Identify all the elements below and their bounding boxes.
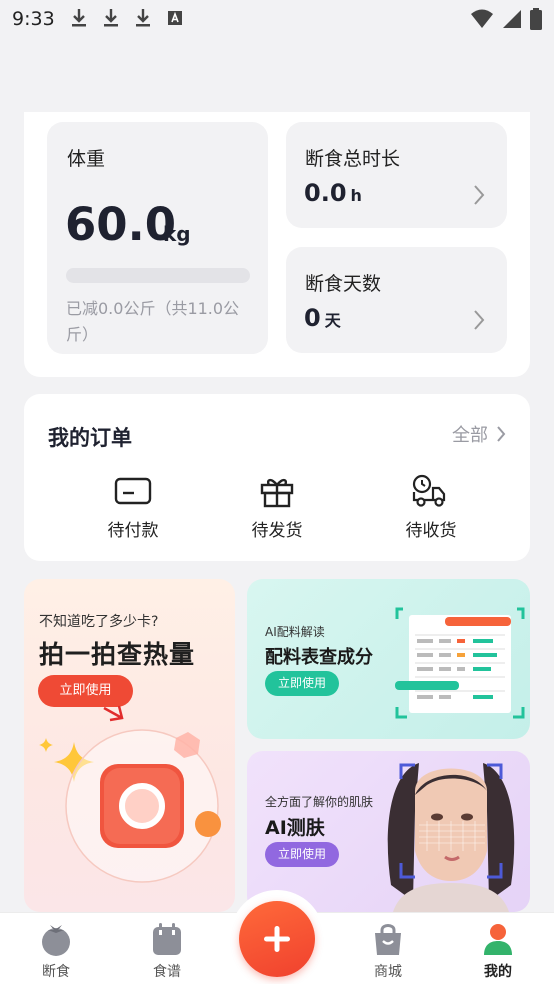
chevron-right-icon — [474, 185, 485, 205]
fasting-total-value: 0.0 — [304, 179, 347, 207]
orders-all-label: 全部 — [452, 425, 488, 446]
delivery-truck-icon — [412, 474, 446, 507]
orders-title: 我的订单 — [48, 426, 132, 450]
nav-item-recipes[interactable]: 食谱 — [127, 921, 207, 981]
download-icon — [70, 8, 88, 28]
keyboard-a-icon — [166, 8, 184, 28]
weight-summary: 已减0.0公斤（共11.0公斤） — [66, 299, 240, 344]
fasting-days-label: 断食天数 — [305, 273, 382, 295]
nav-label-mall: 商城 — [374, 964, 402, 980]
order-pending-shipment[interactable]: 待发货 — [222, 474, 332, 541]
weight-label: 体重 — [67, 148, 106, 170]
nav-item-profile[interactable]: 我的 — [458, 921, 538, 981]
promo-skin-subtitle: 全方面了解你的肌肤 — [265, 795, 374, 809]
promo-ingredients-title: 配料表查成分 — [265, 647, 373, 668]
plus-icon — [264, 926, 290, 952]
gift-icon — [260, 478, 294, 508]
camera-illustration-icon — [39, 705, 221, 883]
order-pending-payment-label: 待付款 — [107, 521, 159, 541]
weight-progress-bar — [66, 268, 250, 283]
order-pending-receipt[interactable]: 待收货 — [376, 474, 486, 541]
ingredient-table-illustration-icon — [395, 607, 525, 719]
wifi-icon — [471, 9, 493, 28]
order-pending-receipt-label: 待收货 — [405, 521, 457, 541]
fasting-total-label: 断食总时长 — [305, 148, 401, 170]
profile-icon — [484, 924, 512, 955]
promo-photo-question: 不知道吃了多少卡? — [39, 614, 159, 630]
ai-skin-test-promo[interactable]: 全方面了解你的肌肤 AI测肤 立即使用 — [247, 751, 530, 912]
stats-card: 体重 60.0 kg 已减0.0公斤（共11.0公斤） 断食总时长 0.0 h 断… — [24, 112, 530, 377]
recipe-calendar-icon — [153, 923, 181, 955]
card-icon — [114, 477, 152, 505]
orders-card: 我的订单 全部 待付款 待发货 待收货 — [24, 394, 530, 561]
status-time: 9:33 — [12, 8, 55, 30]
fasting-total-value-group: 0.0 h — [304, 179, 362, 207]
nav-item-mall[interactable]: 商城 — [348, 921, 428, 981]
download-icon — [134, 8, 152, 28]
chevron-right-icon — [497, 426, 506, 442]
battery-icon — [530, 8, 542, 30]
fasting-days-value-group: 0天 — [304, 304, 341, 332]
fasting-days-unit: 天 — [324, 311, 341, 330]
order-pending-shipment-label: 待发货 — [251, 521, 303, 541]
promo-skin-button[interactable]: 立即使用 — [265, 842, 339, 867]
face-scan-illustration-icon — [387, 763, 515, 912]
promo-skin-title: AI测肤 — [265, 817, 325, 839]
weight-tile[interactable]: 体重 60.0 kg 已减0.0公斤（共11.0公斤） — [47, 122, 268, 354]
status-bar: 9:33 — [0, 0, 554, 38]
nav-label-fasting: 断食 — [42, 964, 70, 980]
weight-unit: kg — [163, 222, 191, 246]
system-icons — [470, 8, 542, 30]
ingredient-analysis-promo[interactable]: AI配料解读 配料表查成分 立即使用 — [247, 579, 530, 739]
fasting-days-value: 0 — [304, 304, 321, 332]
fasting-days-tile[interactable]: 断食天数 0天 — [286, 247, 507, 353]
signal-icon — [503, 10, 521, 28]
notification-icons — [70, 8, 184, 28]
promo-ingredients-subtitle: AI配料解读 — [265, 625, 325, 639]
promo-ingredients-button[interactable]: 立即使用 — [265, 671, 339, 696]
photo-calorie-promo[interactable]: 不知道吃了多少卡? 拍一拍查热量 立即使用 — [24, 579, 235, 912]
add-record-button[interactable] — [239, 901, 315, 977]
download-icon — [102, 8, 120, 28]
nav-label-recipes: 食谱 — [153, 964, 181, 980]
fasting-total-unit: h — [350, 186, 362, 205]
weight-value: 60.0 — [65, 198, 177, 251]
tomato-icon — [42, 925, 70, 956]
nav-item-fasting[interactable]: 断食 — [16, 921, 96, 981]
nav-label-profile: 我的 — [484, 964, 512, 980]
shopping-bag-icon — [375, 924, 401, 955]
promo-photo-title: 拍一拍查热量 — [39, 640, 196, 669]
orders-all-link[interactable]: 全部 — [452, 421, 506, 447]
chevron-right-icon — [474, 310, 485, 330]
order-pending-payment[interactable]: 待付款 — [78, 474, 188, 541]
fasting-total-tile[interactable]: 断食总时长 0.0 h — [286, 122, 507, 228]
